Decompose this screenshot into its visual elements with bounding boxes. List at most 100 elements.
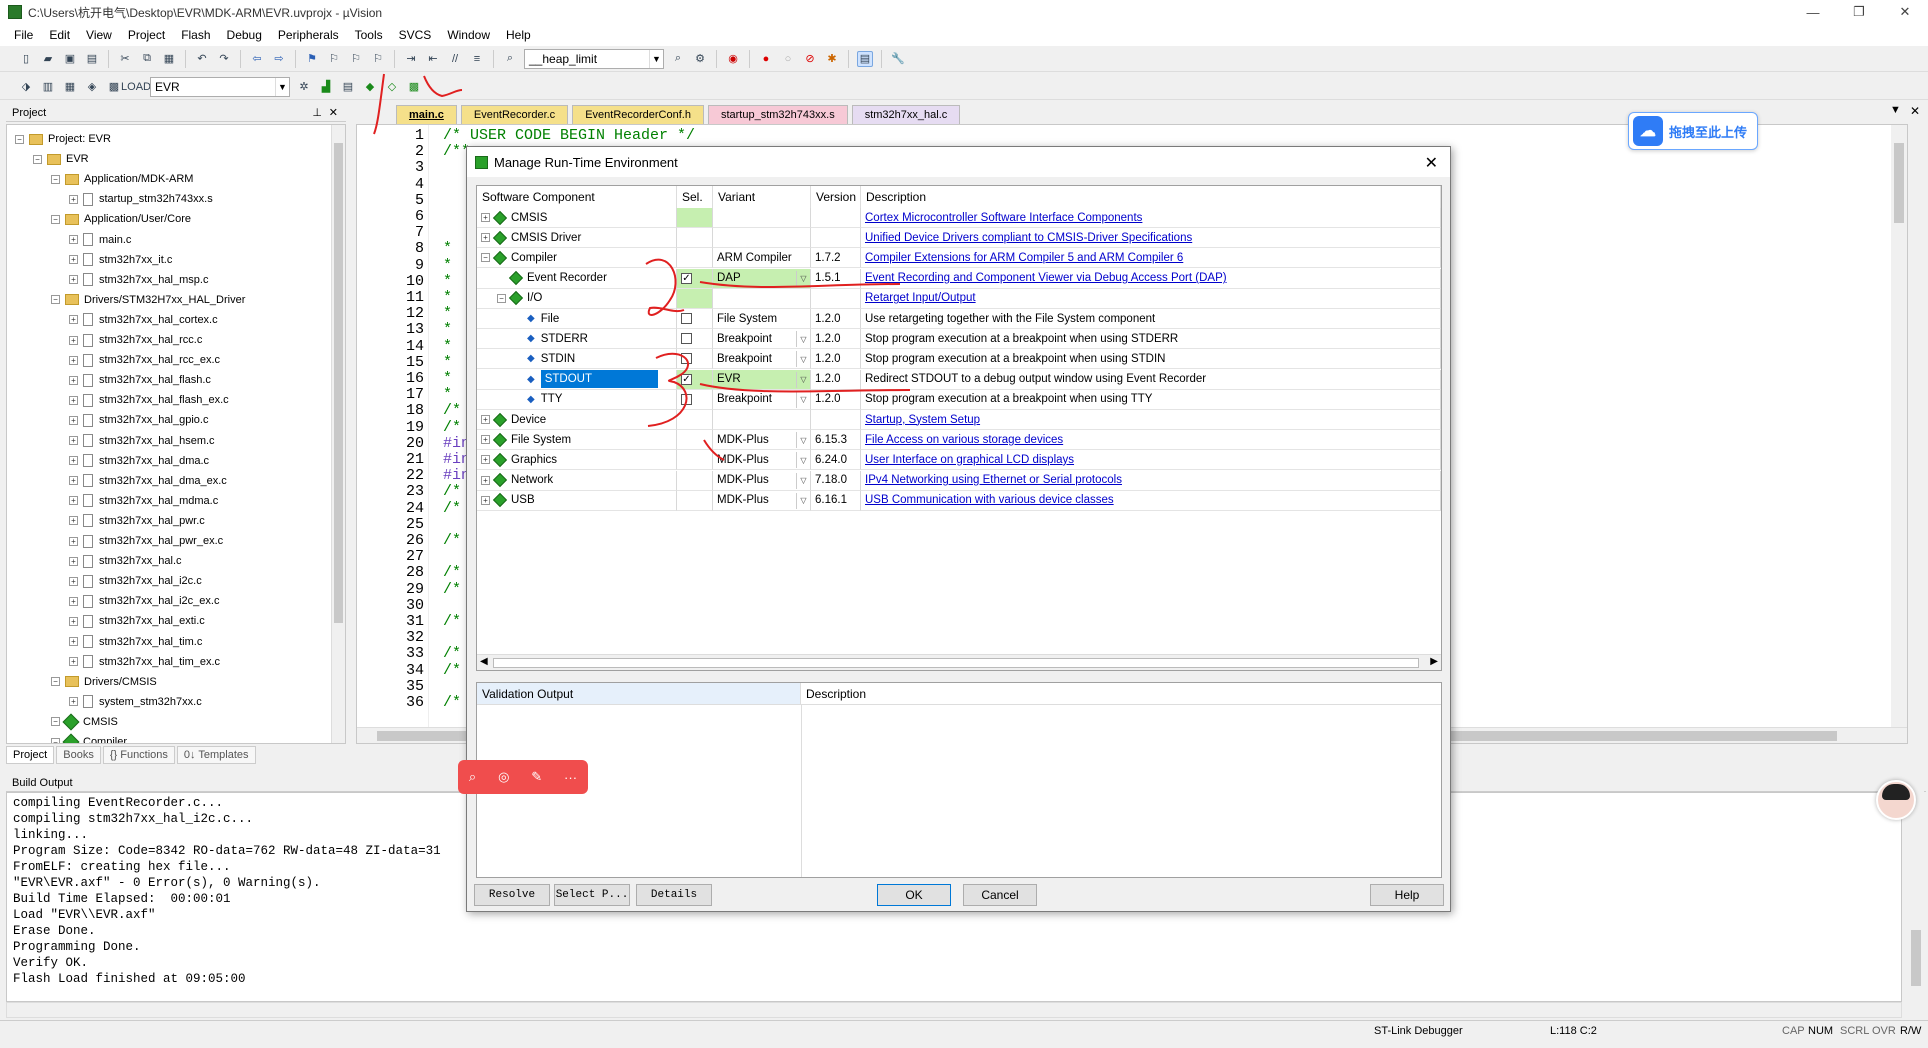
minimize-icon[interactable]: — bbox=[1790, 0, 1836, 24]
expand-toggle-icon[interactable]: + bbox=[69, 596, 78, 606]
file-extensions-icon[interactable]: ▟ bbox=[318, 79, 334, 95]
build-hscrollbar[interactable] bbox=[6, 1002, 1902, 1018]
download-icon[interactable]: LOAD bbox=[121, 79, 151, 95]
expand-toggle-icon[interactable]: + bbox=[69, 415, 78, 425]
redo-icon[interactable]: ↷ bbox=[216, 51, 232, 67]
tree-item[interactable]: + stm32h7xx_hal_hsem.c bbox=[69, 431, 215, 451]
save-icon[interactable]: ▣ bbox=[62, 51, 78, 67]
scroll-right-icon[interactable]: ▶ bbox=[1430, 656, 1438, 667]
grid-hscroll-thumb[interactable] bbox=[493, 658, 1419, 668]
target-options-icon[interactable]: ✲ bbox=[296, 79, 312, 95]
bookmark-icon[interactable]: ⚑ bbox=[304, 51, 320, 67]
tree-item[interactable]: + stm32h7xx_hal_tim.c bbox=[69, 632, 202, 652]
tree-item[interactable]: + main.c bbox=[69, 230, 131, 250]
menu-item[interactable]: Debug bbox=[219, 28, 270, 42]
chat-icon[interactable]: ◎ bbox=[498, 769, 509, 785]
paste-icon[interactable]: ▦ bbox=[161, 51, 177, 67]
tree-scrollbar[interactable] bbox=[331, 125, 345, 743]
tree-item[interactable]: − Drivers/STM32H7xx_HAL_Driver bbox=[51, 290, 245, 310]
nav-forward-icon[interactable]: ⇨ bbox=[271, 51, 287, 67]
expand-toggle-icon[interactable]: + bbox=[481, 213, 490, 222]
expand-toggle-icon[interactable]: − bbox=[15, 134, 24, 144]
menu-item[interactable]: Help bbox=[498, 28, 539, 42]
bookmark-prev-icon[interactable]: ⚐ bbox=[326, 51, 342, 67]
expand-toggle-icon[interactable]: − bbox=[51, 717, 60, 727]
build-icon[interactable]: ▥ bbox=[40, 79, 56, 95]
expand-toggle-icon[interactable]: + bbox=[481, 475, 490, 485]
component-row[interactable]: + USB MDK-Plus ▽ 6.16.1 USB Communication wit… bbox=[477, 490, 1441, 511]
target-select[interactable]: EVR ▼ bbox=[150, 76, 290, 97]
undo-icon[interactable]: ↶ bbox=[194, 51, 210, 67]
tree-scroll-thumb[interactable] bbox=[334, 143, 343, 623]
more-icon[interactable]: ··· bbox=[564, 770, 577, 785]
chevron-down-icon[interactable]: ▼ bbox=[275, 77, 289, 96]
file-tab[interactable]: stm32h7xx_hal.c bbox=[851, 105, 961, 124]
tree-item[interactable]: + stm32h7xx_hal_mdma.c bbox=[69, 491, 218, 511]
tree-item[interactable]: + stm32h7xx_hal_cortex.c bbox=[69, 310, 218, 330]
search-icon[interactable]: ⌕ bbox=[469, 769, 476, 785]
editor-close-icon[interactable]: ✕ bbox=[1910, 104, 1920, 118]
panel-tab[interactable]: Project bbox=[6, 746, 55, 764]
chevron-down-icon[interactable]: ▽ bbox=[796, 492, 810, 509]
expand-toggle-icon[interactable]: + bbox=[69, 235, 78, 244]
expand-toggle-icon[interactable]: − bbox=[51, 295, 60, 305]
help-button[interactable]: Help bbox=[1370, 884, 1444, 906]
find-icon[interactable]: ⌕ bbox=[670, 51, 686, 67]
expand-toggle-icon[interactable]: + bbox=[69, 375, 78, 385]
expand-toggle-icon[interactable]: + bbox=[69, 275, 78, 285]
menu-item[interactable]: Project bbox=[120, 28, 173, 42]
tree-item[interactable]: + stm32h7xx_it.c bbox=[69, 250, 172, 270]
tree-item[interactable]: + stm32h7xx_hal_msp.c bbox=[69, 270, 208, 290]
nav-back-icon[interactable]: ⇦ bbox=[249, 51, 265, 67]
tree-item[interactable]: + stm32h7xx_hal_flash_ex.c bbox=[69, 390, 229, 410]
expand-toggle-icon[interactable]: + bbox=[481, 415, 490, 424]
editor-vscrollbar[interactable] bbox=[1891, 125, 1907, 743]
tree-item[interactable]: + stm32h7xx_hal_gpio.c bbox=[69, 410, 208, 430]
expand-toggle-icon[interactable]: + bbox=[69, 355, 78, 365]
stop-build-icon[interactable]: ▩ bbox=[106, 79, 122, 95]
batch-build-icon[interactable]: ◈ bbox=[84, 79, 100, 95]
dialog-close-icon[interactable]: ✕ bbox=[1425, 153, 1438, 173]
ok-button[interactable]: OK bbox=[877, 884, 951, 906]
file-tab[interactable]: EventRecorder.c bbox=[460, 105, 569, 124]
menu-item[interactable]: Flash bbox=[173, 28, 218, 42]
description-link[interactable]: Cortex Microcontroller Software Interfac… bbox=[865, 212, 1142, 224]
breakpoint-icon[interactable]: ● bbox=[758, 51, 774, 67]
expand-toggle-icon[interactable]: + bbox=[69, 436, 78, 445]
tree-item[interactable]: + stm32h7xx_hal.c bbox=[69, 551, 182, 571]
translate-icon[interactable]: ⬗ bbox=[18, 79, 34, 95]
manage-project-items-icon[interactable]: ▤ bbox=[340, 79, 356, 95]
expand-toggle-icon[interactable]: + bbox=[69, 536, 78, 546]
expand-toggle-icon[interactable]: + bbox=[69, 657, 78, 667]
scroll-left-icon[interactable]: ◀ bbox=[480, 656, 488, 667]
tree-item[interactable]: + stm32h7xx_hal_exti.c bbox=[69, 611, 205, 631]
tree-item[interactable]: − CMSIS bbox=[51, 712, 118, 732]
upload-drop-target[interactable]: ☁ 拖拽至此上传 bbox=[1628, 112, 1758, 150]
breakpoint-disable-icon[interactable]: ○ bbox=[780, 51, 796, 67]
tree-item[interactable]: + startup_stm32h743xx.s bbox=[69, 189, 213, 209]
tree-item[interactable]: − Application/MDK-ARM bbox=[51, 169, 193, 189]
details-button[interactable]: Details bbox=[636, 884, 712, 906]
expand-toggle-icon[interactable]: − bbox=[497, 293, 506, 303]
close-icon[interactable]: ✕ bbox=[1882, 0, 1928, 24]
new-file-icon[interactable]: ▯ bbox=[18, 51, 34, 67]
tree-item[interactable]: + stm32h7xx_hal_i2c_ex.c bbox=[69, 591, 219, 611]
sel-cell[interactable] bbox=[677, 208, 713, 228]
resolve-button[interactable]: Resolve bbox=[474, 884, 550, 906]
expand-toggle-icon[interactable]: − bbox=[51, 214, 60, 224]
expand-toggle-icon[interactable]: + bbox=[69, 335, 78, 345]
grid-header[interactable]: Sel. bbox=[677, 186, 713, 208]
expand-toggle-icon[interactable]: + bbox=[69, 395, 78, 405]
tree-item[interactable]: + stm32h7xx_hal_rcc.c bbox=[69, 330, 202, 350]
rebuild-icon[interactable]: ▦ bbox=[62, 79, 78, 95]
tree-item[interactable]: + stm32h7xx_hal_dma_ex.c bbox=[69, 471, 227, 491]
grid-header[interactable]: Variant bbox=[713, 186, 811, 208]
expand-toggle-icon[interactable]: − bbox=[33, 154, 42, 164]
grid-header[interactable]: Description bbox=[861, 186, 1441, 208]
expand-toggle-icon[interactable]: − bbox=[51, 174, 60, 184]
debug-start-icon[interactable]: ◉ bbox=[725, 51, 741, 67]
tree-item[interactable]: + stm32h7xx_hal_rcc_ex.c bbox=[69, 350, 220, 370]
build-vscroll-thumb[interactable] bbox=[1911, 930, 1921, 986]
menu-item[interactable]: View bbox=[78, 28, 120, 42]
window-layout-icon[interactable]: ▤ bbox=[857, 50, 873, 67]
